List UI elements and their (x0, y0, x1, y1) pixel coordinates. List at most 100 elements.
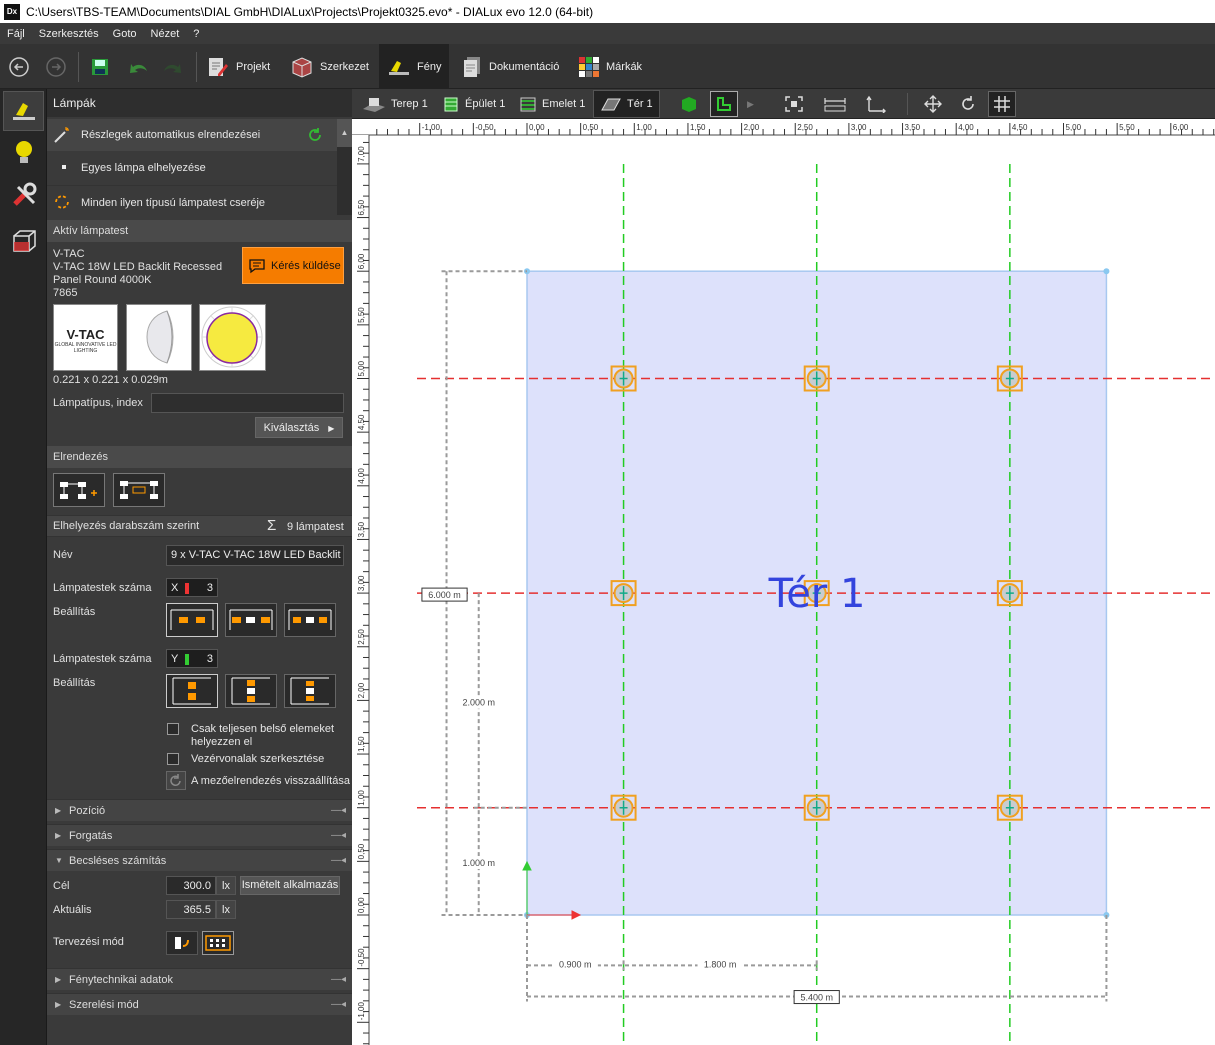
rotate-tool-button[interactable] (959, 89, 977, 119)
menu-file[interactable]: Fájl (0, 28, 32, 40)
y-spacing-label: 2.000 m (462, 698, 495, 708)
placement-mode-row[interactable]: Elhelyezés darabszám szerint Σ 9 lámpate… (47, 515, 352, 537)
reset-label: A mezőelrendezés visszaállítása (191, 775, 350, 787)
replace-type-tool[interactable]: Minden ilyen típusú lámpatest cseréje (47, 185, 337, 217)
panel-title: Lámpák (47, 89, 352, 117)
projekt-tab[interactable]: Projekt (206, 44, 270, 89)
send-request-button[interactable]: Kérés küldése (242, 247, 344, 284)
measure-horizontal-button[interactable] (824, 89, 846, 119)
single-placement-tool[interactable]: Egyes lámpa elhelyezése (47, 152, 337, 184)
menu-help[interactable]: ? (186, 28, 206, 40)
count-x-spinner[interactable]: X 3 (166, 578, 218, 597)
pin-icon[interactable]: —◂ (331, 994, 346, 1016)
count-y-spinner[interactable]: Y 3 (166, 649, 218, 668)
x-spacing-option-1[interactable] (166, 603, 218, 637)
design-mode-field-button[interactable] (202, 931, 234, 955)
mounting-section[interactable]: Szerelési mód —◂ (47, 993, 352, 1016)
menu-edit[interactable]: Szerkesztés (32, 28, 106, 40)
line-arrangement-button[interactable] (113, 473, 165, 507)
luminaire-brand: V-TAC (53, 248, 85, 260)
grid-snap-button[interactable] (988, 91, 1016, 117)
y-spacing-option-1[interactable] (166, 674, 218, 708)
position-section[interactable]: Pozíció —◂ (47, 799, 352, 822)
name-input[interactable]: 9 x V-TAC V-TAC 18W LED Backlit R (166, 545, 344, 566)
tools-button[interactable] (3, 175, 44, 215)
projekt-label: Projekt (236, 60, 271, 73)
type-index-input[interactable] (151, 393, 344, 413)
auto-arrangement-tool[interactable]: Részlegek automatikus elrendezései (47, 119, 337, 151)
reapply-button[interactable]: Ismételt alkalmazás (240, 876, 340, 895)
redo-button[interactable] (162, 44, 184, 89)
product-photo (126, 304, 192, 371)
more-views-arrow-icon[interactable]: ▶ (747, 89, 754, 119)
cube-icon (682, 97, 696, 112)
x-tick-label: 5,00 (1066, 123, 1082, 132)
view-plan-button[interactable] (710, 91, 738, 117)
szerkezet-tab[interactable]: Szerkezet (290, 44, 369, 89)
setting-x-label: Beállítás (53, 606, 96, 618)
lamp-mode-icon (12, 103, 35, 120)
feny-tab[interactable]: Fény (379, 44, 449, 89)
x-spacing-option-2[interactable] (225, 603, 277, 637)
field-arrangement-icon (60, 482, 97, 499)
axis-y-label: Y (171, 653, 179, 665)
x-spacing-option-3[interactable] (284, 603, 336, 637)
design-mode-single-button[interactable] (166, 931, 198, 955)
reset-button[interactable] (166, 771, 186, 790)
tools-scrollbar[interactable]: ▲ (337, 119, 352, 215)
calculation-object-icon (12, 230, 36, 252)
plan-view-canvas[interactable]: -1,00 -0,50 0,00 0,50 1,00 1,50 2,00 2,50 3,00 3,… (352, 119, 1215, 1045)
forward-button[interactable] (45, 44, 67, 89)
wrench-screwdriver-icon (12, 182, 36, 206)
y-tick-label: 3,50 (357, 521, 366, 537)
actual-value: 365.5 (166, 900, 216, 919)
toolbar-divider (196, 52, 197, 82)
view-3d-button[interactable] (680, 89, 698, 119)
menu-bar: Fájl Szerkesztés Goto Nézet ? (0, 23, 1215, 44)
undo-button[interactable] (127, 44, 149, 89)
save-button[interactable] (90, 44, 110, 89)
menu-goto[interactable]: Goto (106, 28, 144, 40)
scroll-up-icon[interactable]: ▲ (337, 119, 352, 147)
floor-breadcrumb[interactable]: Emelet 1 (519, 89, 585, 119)
x-tick-label: 0,00 (529, 123, 545, 132)
inner-only-checkbox[interactable] (167, 723, 179, 735)
rotation-section[interactable]: Forgatás —◂ (47, 824, 352, 847)
photometric-data-section[interactable]: Fénytechnikai adatok —◂ (47, 968, 352, 991)
dimension-button[interactable] (866, 89, 888, 119)
mode-strip (0, 89, 47, 1045)
actual-unit: lx (216, 900, 236, 919)
room-calc-button[interactable] (3, 221, 44, 261)
y-spacing-option-3[interactable] (284, 674, 336, 708)
move-tool-button[interactable] (924, 89, 942, 119)
target-input[interactable]: 300.0 (166, 876, 216, 895)
pin-icon[interactable]: —◂ (331, 969, 346, 991)
y-tick-label: 7,00 (357, 146, 366, 162)
field-arrangement-button[interactable] (53, 473, 105, 507)
pin-icon[interactable]: —◂ (331, 800, 346, 822)
plan-drawing[interactable]: -1,00 -0,50 0,00 0,50 1,00 1,50 2,00 2,50 3,00 3,… (352, 119, 1215, 1045)
menu-view[interactable]: Nézet (144, 28, 187, 40)
luminaires-mode-button[interactable] (3, 91, 44, 131)
estimation-section[interactable]: Becsléses számítás —◂ (47, 849, 352, 872)
building-breadcrumb[interactable]: Épület 1 (442, 89, 505, 119)
y-spacing-option-2[interactable] (225, 674, 277, 708)
select-button[interactable]: Kiválasztás ▶ (255, 417, 343, 438)
auto-arrangement-label: Részlegek automatikus elrendezései (81, 129, 261, 141)
fit-view-button[interactable] (784, 89, 804, 119)
ruler-icon (824, 98, 846, 112)
markak-tab[interactable]: Márkák (578, 44, 642, 89)
room-breadcrumb[interactable]: Tér 1 (593, 90, 660, 118)
guides-checkbox[interactable] (167, 753, 179, 765)
x-tick-label: -0,50 (475, 123, 494, 132)
light-scenes-button[interactable] (3, 133, 44, 173)
dokumentacio-tab[interactable]: Dokumentáció (461, 44, 559, 89)
position-label: Pozíció (69, 805, 106, 817)
rotation-label: Forgatás (69, 830, 113, 842)
pin-icon[interactable]: —◂ (331, 825, 346, 847)
refresh-icon[interactable] (307, 127, 323, 143)
x-tick-label: 4,00 (958, 123, 974, 132)
terrain-breadcrumb[interactable]: Terep 1 (362, 89, 428, 119)
pin-icon[interactable]: —◂ (331, 850, 346, 872)
back-button[interactable] (8, 44, 30, 89)
